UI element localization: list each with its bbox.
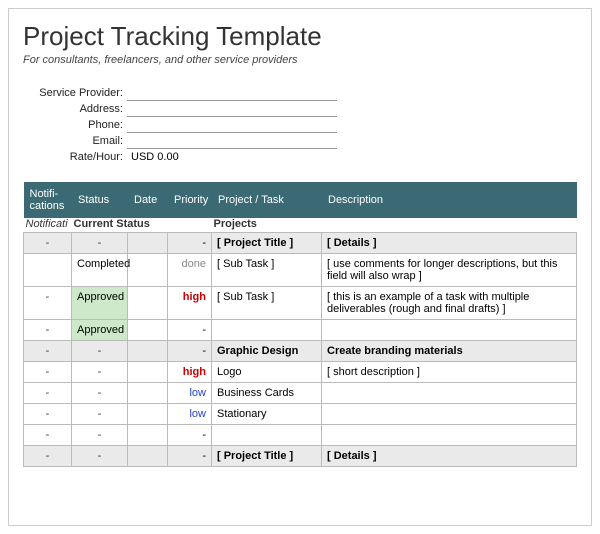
- cell-project[interactable]: [ Project Title ]: [212, 446, 322, 467]
- email-label: Email:: [27, 132, 127, 148]
- table-row: -Approved-: [24, 320, 577, 341]
- cell-project[interactable]: [212, 425, 322, 446]
- cell-notification[interactable]: -: [24, 383, 72, 404]
- cell-date[interactable]: [128, 404, 168, 425]
- cell-status[interactable]: Approved: [72, 320, 128, 341]
- cell-date[interactable]: [128, 425, 168, 446]
- table-row: ---Graphic DesignCreate branding materia…: [24, 341, 577, 362]
- cell-notification[interactable]: -: [24, 362, 72, 383]
- cell-status[interactable]: -: [72, 425, 128, 446]
- cell-project[interactable]: Business Cards: [212, 383, 322, 404]
- provider-label: Service Provider:: [27, 84, 127, 100]
- cell-status[interactable]: -: [72, 362, 128, 383]
- page-subtitle: For consultants, freelancers, and other …: [23, 54, 577, 66]
- cell-date[interactable]: [128, 233, 168, 254]
- address-label: Address:: [27, 100, 127, 116]
- header-date: Date: [128, 182, 168, 218]
- cell-description[interactable]: [322, 383, 577, 404]
- section-current-status: Current Status: [72, 218, 212, 233]
- cell-project[interactable]: [212, 320, 322, 341]
- address-value[interactable]: [127, 100, 337, 116]
- cell-priority[interactable]: -: [168, 446, 212, 467]
- cell-notification[interactable]: [24, 254, 72, 287]
- section-notifications: Notificati: [24, 218, 72, 233]
- header-description: Description: [322, 182, 577, 218]
- phone-value[interactable]: [127, 116, 337, 132]
- cell-notification[interactable]: -: [24, 425, 72, 446]
- cell-priority[interactable]: high: [168, 362, 212, 383]
- cell-notification[interactable]: -: [24, 233, 72, 254]
- cell-date[interactable]: [128, 362, 168, 383]
- table-row: -Approved high[ Sub Task ][ this is an ex…: [24, 287, 577, 320]
- cell-date[interactable]: [128, 341, 168, 362]
- cell-project[interactable]: Stationary: [212, 404, 322, 425]
- cell-priority[interactable]: done: [168, 254, 212, 287]
- table-row: -- lowStationary: [24, 404, 577, 425]
- cell-priority[interactable]: low: [168, 404, 212, 425]
- cell-status[interactable]: -: [72, 404, 128, 425]
- cell-status[interactable]: -: [72, 446, 128, 467]
- table-row: ---[ Project Title ][ Details ]: [24, 233, 577, 254]
- cell-description[interactable]: Create branding materials: [322, 341, 577, 362]
- table-body: ---[ Project Title ][ Details ]Completed…: [24, 233, 577, 467]
- cell-notification[interactable]: -: [24, 287, 72, 320]
- cell-description[interactable]: [ this is an example of a task with mult…: [322, 287, 577, 320]
- cell-description[interactable]: [322, 320, 577, 341]
- table-row: ---: [24, 425, 577, 446]
- email-value[interactable]: [127, 132, 337, 148]
- cell-priority[interactable]: high: [168, 287, 212, 320]
- cell-notification[interactable]: -: [24, 446, 72, 467]
- page-container: Project Tracking Template For consultant…: [8, 8, 592, 526]
- page-title: Project Tracking Template: [23, 21, 577, 52]
- cell-project[interactable]: [ Sub Task ]: [212, 254, 322, 287]
- cell-status[interactable]: -: [72, 233, 128, 254]
- cell-priority[interactable]: low: [168, 383, 212, 404]
- cell-description[interactable]: [ short description ]: [322, 362, 577, 383]
- cell-priority[interactable]: -: [168, 425, 212, 446]
- cell-priority[interactable]: -: [168, 341, 212, 362]
- cell-date[interactable]: [128, 446, 168, 467]
- cell-description[interactable]: [ Details ]: [322, 446, 577, 467]
- provider-info-table: Service Provider: Address: Phone: Email:…: [27, 84, 337, 164]
- rate-label: Rate/Hour:: [27, 148, 127, 164]
- cell-priority[interactable]: -: [168, 320, 212, 341]
- table-row: -- highLogo[ short description ]: [24, 362, 577, 383]
- cell-status[interactable]: Approved: [72, 287, 128, 320]
- table-row: ---[ Project Title ][ Details ]: [24, 446, 577, 467]
- cell-status[interactable]: -: [72, 383, 128, 404]
- cell-status[interactable]: -: [72, 341, 128, 362]
- section-projects: Projects: [212, 218, 577, 233]
- table-header-row: Notifi-cations Status Date Priority Proj…: [24, 182, 577, 218]
- cell-date[interactable]: [128, 254, 168, 287]
- cell-project[interactable]: Logo: [212, 362, 322, 383]
- cell-project[interactable]: [ Sub Task ]: [212, 287, 322, 320]
- table-row: -- lowBusiness Cards: [24, 383, 577, 404]
- header-project: Project / Task: [212, 182, 322, 218]
- header-priority: Priority: [168, 182, 212, 218]
- cell-description[interactable]: [ use comments for longer descriptions, …: [322, 254, 577, 287]
- cell-project[interactable]: Graphic Design: [212, 341, 322, 362]
- phone-label: Phone:: [27, 116, 127, 132]
- cell-date[interactable]: [128, 383, 168, 404]
- projects-table: Notificati Current Status Projects Notif…: [23, 182, 577, 467]
- cell-description[interactable]: [322, 425, 577, 446]
- table-row: Completed done[ Sub Task ][ use comments …: [24, 254, 577, 287]
- cell-priority[interactable]: -: [168, 233, 212, 254]
- cell-date[interactable]: [128, 320, 168, 341]
- cell-notification[interactable]: -: [24, 404, 72, 425]
- cell-description[interactable]: [ Details ]: [322, 233, 577, 254]
- header-notifications: Notifi-cations: [24, 182, 72, 218]
- cell-date[interactable]: [128, 287, 168, 320]
- provider-value[interactable]: [127, 84, 337, 100]
- rate-value[interactable]: USD 0.00: [127, 148, 337, 164]
- cell-project[interactable]: [ Project Title ]: [212, 233, 322, 254]
- cell-status[interactable]: Completed: [72, 254, 128, 287]
- cell-description[interactable]: [322, 404, 577, 425]
- cell-notification[interactable]: -: [24, 341, 72, 362]
- header-status: Status: [72, 182, 128, 218]
- cell-notification[interactable]: -: [24, 320, 72, 341]
